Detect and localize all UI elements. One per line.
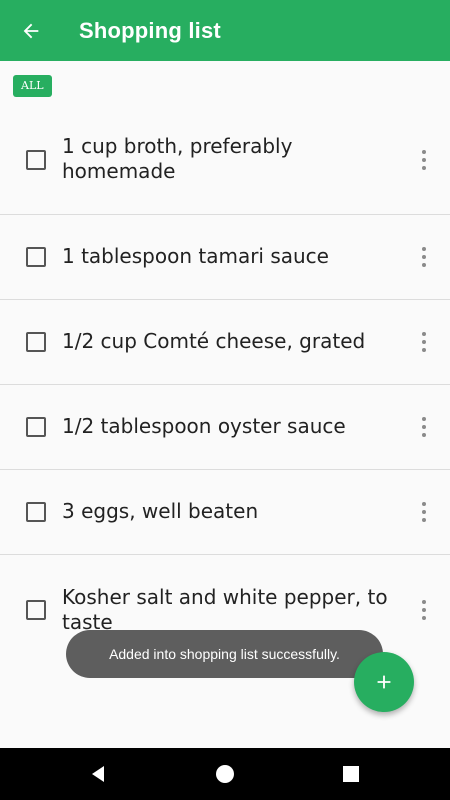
arrow-back-icon [23, 23, 39, 38]
more-vert-icon [422, 247, 426, 251]
back-button[interactable] [0, 0, 62, 61]
more-vert-icon [422, 417, 426, 421]
filter-chip-all[interactable]: ALL [13, 75, 52, 97]
more-vert-icon [422, 150, 426, 154]
add-item-button[interactable] [354, 652, 414, 712]
more-options-button[interactable] [414, 415, 434, 439]
toast-message: Added into shopping list successfully. [66, 630, 383, 678]
nav-back-button[interactable] [68, 748, 128, 800]
more-options-button[interactable] [414, 500, 434, 524]
list-item: 3 eggs, well beaten [0, 470, 450, 555]
app-bar: Shopping list [0, 0, 450, 61]
circle-home-icon [216, 765, 234, 783]
plus-icon [377, 675, 391, 689]
item-text: 1/2 cup Comté cheese, grated [62, 329, 366, 353]
item-checkbox[interactable] [26, 417, 46, 437]
item-checkbox[interactable] [26, 150, 46, 170]
more-vert-icon [422, 332, 426, 336]
more-vert-icon [422, 502, 426, 506]
more-vert-icon [422, 600, 426, 604]
more-options-button[interactable] [414, 245, 434, 269]
item-checkbox[interactable] [26, 600, 46, 620]
item-text: 1 cup broth, preferably homemade [62, 134, 293, 183]
more-options-button[interactable] [414, 598, 434, 622]
nav-recents-button[interactable] [321, 748, 381, 800]
nav-home-button[interactable] [195, 748, 255, 800]
list-item: 1 tablespoon tamari sauce [0, 215, 450, 300]
item-text: 1 tablespoon tamari sauce [62, 244, 329, 268]
more-options-button[interactable] [414, 330, 434, 354]
item-text: Kosher salt and white pepper, to taste [62, 585, 388, 634]
square-recents-icon [343, 766, 359, 782]
more-options-button[interactable] [414, 148, 434, 172]
item-checkbox[interactable] [26, 247, 46, 267]
list-item: 1/2 tablespoon oyster sauce [0, 385, 450, 470]
triangle-back-icon [92, 766, 104, 782]
item-text: 1/2 tablespoon oyster sauce [62, 414, 346, 438]
system-nav-bar [0, 748, 450, 800]
item-checkbox[interactable] [26, 502, 46, 522]
item-checkbox[interactable] [26, 332, 46, 352]
list-item: 1 cup broth, preferably homemade [0, 118, 450, 215]
list-item: 1/2 cup Comté cheese, grated [0, 300, 450, 385]
item-text: 3 eggs, well beaten [62, 499, 259, 523]
page-title: Shopping list [79, 17, 221, 43]
